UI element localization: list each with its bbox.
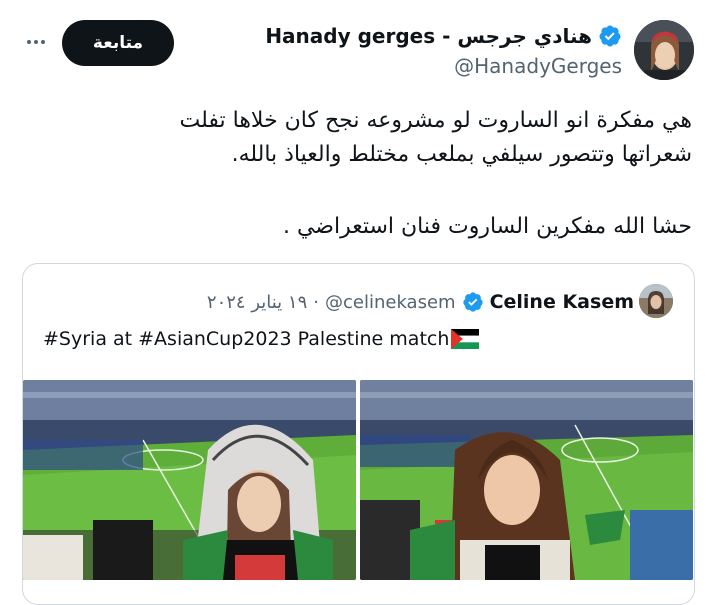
author-handle[interactable]: @HanadyGerges [454, 54, 622, 78]
tweet-text-line-1: هي مفكرة انو الساروت لو مشروعه نجح كان خ… [179, 108, 693, 133]
quote-date[interactable]: ١٩ يناير ٢٠٢٤ [207, 292, 307, 313]
verified-badge-icon [599, 25, 621, 47]
tweet-text-line-2: شعراتها وتتصور سيلفي بملعب مختلط والعياذ… [231, 142, 692, 167]
quote-photo-1[interactable] [23, 380, 356, 580]
quote-text-row: #Syria at #AsianCup2023 Palestine match [43, 328, 480, 350]
quote-author-name[interactable]: Celine Kasem [490, 291, 634, 313]
tweet-text-line-3: حشا الله مفكرين الساروت فنان استعراضي . [282, 214, 692, 239]
quote-author-handle[interactable]: @celinekasem [325, 292, 456, 313]
separator-dot: · [313, 291, 319, 313]
quoted-tweet-card[interactable]: Celine Kasem @celinekasem · ١٩ يناير ٢٠٢… [22, 263, 695, 605]
quote-author-avatar[interactable] [639, 284, 673, 318]
author-avatar[interactable] [634, 20, 694, 80]
palestine-flag-icon [451, 329, 480, 349]
verified-badge-icon [462, 292, 483, 312]
more-options-icon[interactable] [22, 28, 50, 56]
author-name-row[interactable]: Hanady gerges - هنادي جرجس [265, 22, 622, 50]
author-name[interactable]: Hanady gerges - هنادي جرجس [265, 24, 592, 48]
quote-header: Celine Kasem @celinekasem · ١٩ يناير ٢٠٢… [207, 288, 634, 316]
quote-photo-2[interactable] [360, 380, 693, 580]
quote-text: #Syria at #AsianCup2023 Palestine match [43, 328, 450, 350]
follow-button[interactable]: متابعة [62, 20, 174, 66]
